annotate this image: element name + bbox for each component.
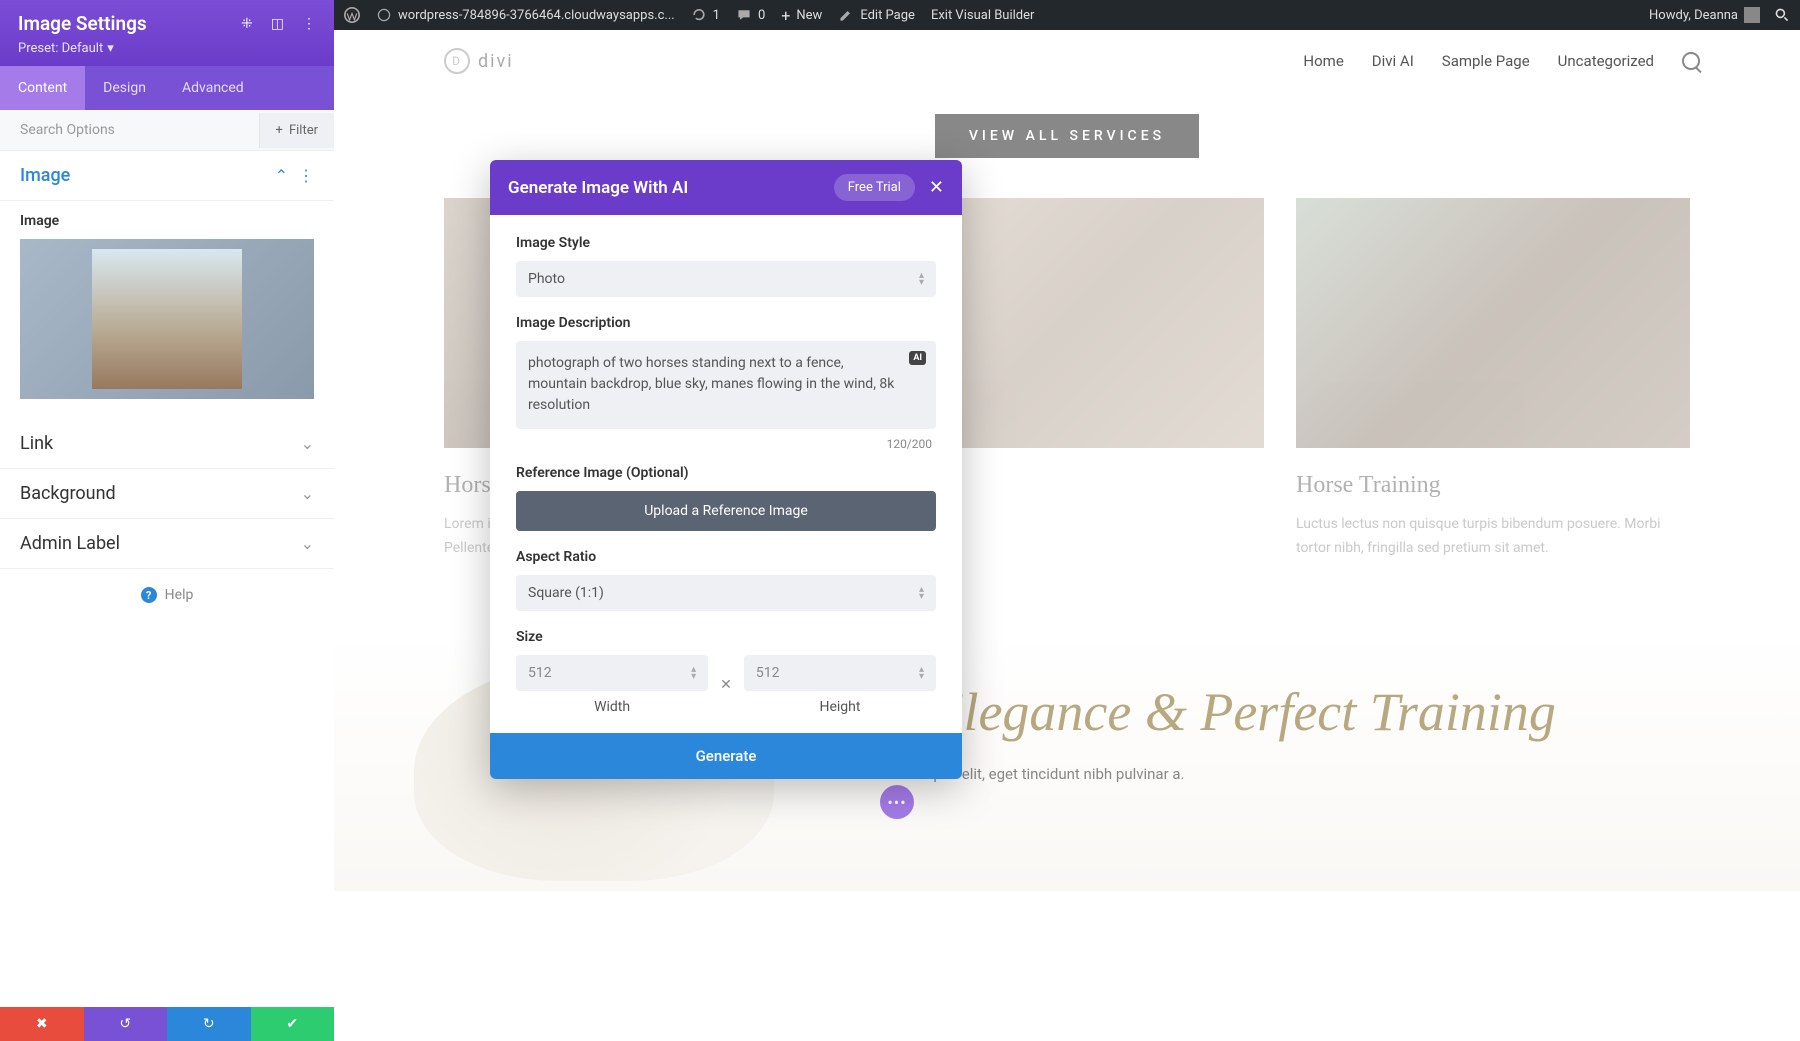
tab-content[interactable]: Content (0, 66, 85, 110)
select-arrows-icon: ▴▾ (919, 586, 924, 600)
site-logo[interactable]: D divi (444, 48, 514, 74)
kebab-icon[interactable]: ⋮ (302, 16, 316, 32)
image-field-label: Image (20, 213, 314, 229)
card-image (1296, 198, 1690, 448)
search-icon[interactable] (1682, 52, 1700, 70)
height-input[interactable]: 512▴▾ (744, 655, 936, 691)
new-link[interactable]: +New (781, 6, 822, 25)
chevron-down-icon[interactable]: ⌄ (301, 434, 314, 453)
section-link[interactable]: Link (20, 433, 53, 454)
image-style-select[interactable]: Photo▴▾ (516, 261, 936, 297)
undo-button[interactable]: ↺ (84, 1007, 168, 1041)
card-title: Horse Training (1296, 472, 1690, 499)
filter-button[interactable]: +Filter (259, 113, 334, 148)
stepper-icon[interactable]: ▴▾ (919, 666, 924, 680)
help-link[interactable]: ?Help (0, 569, 334, 621)
label-aspect: Aspect Ratio (516, 549, 936, 565)
tab-design[interactable]: Design (85, 66, 164, 110)
label-image-desc: Image Description (516, 315, 936, 331)
section-background[interactable]: Background (20, 483, 116, 504)
search-input[interactable]: Search Options (0, 110, 259, 150)
close-icon[interactable]: ✕ (929, 177, 944, 198)
ai-badge[interactable]: AI (909, 351, 926, 365)
upload-reference-button[interactable]: Upload a Reference Image (516, 491, 936, 531)
wp-search-icon[interactable] (1774, 7, 1790, 23)
focus-icon[interactable]: ⁜ (241, 16, 253, 32)
label-image-style: Image Style (516, 235, 936, 251)
char-counter: 120/200 (516, 437, 936, 451)
section-admin-label[interactable]: Admin Label (20, 533, 120, 554)
help-icon: ? (141, 587, 157, 603)
image-desc-textarea[interactable] (516, 341, 936, 429)
exit-builder-link[interactable]: Exit Visual Builder (931, 8, 1034, 23)
width-label: Width (516, 699, 708, 715)
site-link[interactable]: wordpress-784896-3766464.cloudwaysapps.c… (376, 7, 675, 23)
panel-footer: ✖ ↺ ↻ ✔ (0, 1007, 334, 1041)
card-text: Luctus lectus non quisque turpis bibendu… (1296, 513, 1690, 561)
generate-button[interactable]: Generate (490, 733, 962, 779)
chevron-up-icon[interactable]: ⌃ (275, 166, 288, 185)
panel-title: Image Settings (18, 12, 147, 35)
fab-more-button[interactable]: ••• (880, 785, 914, 819)
times-icon: ✕ (720, 677, 732, 693)
select-arrows-icon: ▴▾ (919, 272, 924, 286)
nav-divi-ai[interactable]: Divi AI (1372, 52, 1414, 70)
site-nav: D divi Home Divi AI Sample Page Uncatego… (334, 30, 1800, 94)
howdy-user[interactable]: Howdy, Deanna (1649, 7, 1760, 23)
comments-link[interactable]: 0 (736, 7, 765, 23)
avatar (1744, 7, 1760, 23)
ai-modal: Generate Image With AI Free Trial ✕ Imag… (490, 160, 962, 779)
wp-logo-icon[interactable] (344, 7, 360, 23)
width-input[interactable]: 512▴▾ (516, 655, 708, 691)
image-thumbnail (92, 249, 242, 389)
redo-button[interactable]: ↻ (167, 1007, 251, 1041)
logo-icon: D (444, 48, 470, 74)
tab-advanced[interactable]: Advanced (164, 66, 262, 110)
edit-page-link[interactable]: Edit Page (838, 7, 915, 23)
free-trial-button[interactable]: Free Trial (834, 174, 915, 201)
kebab-icon[interactable]: ⋮ (298, 166, 314, 185)
aspect-ratio-select[interactable]: Square (1:1)▴▾ (516, 575, 936, 611)
chevron-down-icon[interactable]: ⌄ (301, 534, 314, 553)
ai-modal-title: Generate Image With AI (508, 178, 688, 198)
preset-dropdown[interactable]: Preset: Default▾ (18, 41, 316, 56)
nav-uncategorized[interactable]: Uncategorized (1558, 52, 1654, 70)
settings-tabs: Content Design Advanced (0, 66, 334, 110)
plus-icon: + (276, 123, 283, 138)
expand-icon[interactable]: ◫ (271, 16, 284, 32)
wp-admin-bar: wordpress-784896-3766464.cloudwaysapps.c… (334, 0, 1800, 30)
nav-sample[interactable]: Sample Page (1442, 52, 1530, 70)
card: Horse Training Luctus lectus non quisque… (1296, 198, 1690, 561)
label-size: Size (516, 629, 936, 645)
chevron-down-icon[interactable]: ⌄ (301, 484, 314, 503)
chevron-down-icon: ▾ (107, 41, 114, 56)
cancel-button[interactable]: ✖ (0, 1007, 84, 1041)
image-preview[interactable] (20, 239, 314, 399)
height-label: Height (744, 699, 936, 715)
stepper-icon[interactable]: ▴▾ (691, 666, 696, 680)
section-image[interactable]: Image (20, 165, 70, 186)
revisions-link[interactable]: 1 (691, 7, 720, 23)
label-ref-image: Reference Image (Optional) (516, 465, 936, 481)
settings-panel: Image Settings ⁜ ◫ ⋮ Preset: Default▾ Co… (0, 0, 334, 1041)
nav-home[interactable]: Home (1303, 52, 1343, 70)
view-services-button[interactable]: VIEW ALL SERVICES (935, 114, 1199, 158)
save-button[interactable]: ✔ (251, 1007, 335, 1041)
